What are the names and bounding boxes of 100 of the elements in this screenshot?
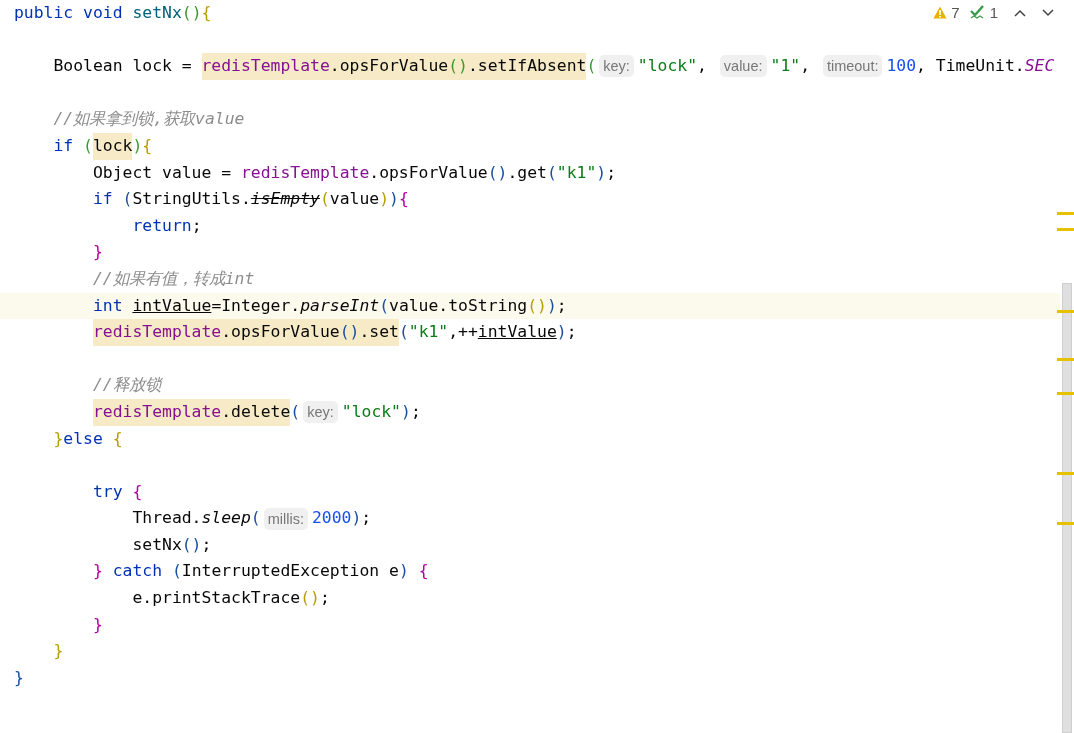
code-text: ( <box>319 188 330 211</box>
code-comment: //如果拿到锁,获取value <box>53 108 245 131</box>
code-text: () <box>300 587 320 610</box>
code-text: () <box>527 294 547 317</box>
warning-icon[interactable] <box>933 6 948 19</box>
code-text: if <box>53 134 75 157</box>
code-text: } <box>53 640 64 663</box>
code-text: , <box>800 55 811 78</box>
error-stripe-mark[interactable] <box>1057 310 1074 313</box>
code-text: ) <box>596 161 607 184</box>
code-text: public void <box>14 2 124 24</box>
code-text: ) <box>556 321 567 344</box>
parameter-hint: millis: <box>263 507 308 530</box>
code-text: } <box>92 613 103 636</box>
code-text: () <box>181 533 202 556</box>
code-text: =Integer. <box>211 294 301 317</box>
code-text: ; <box>361 507 372 530</box>
code-text: isEmpty <box>250 188 320 211</box>
code-text: ,++ <box>448 321 478 344</box>
code-text: intValue <box>132 294 212 317</box>
code-text: "1" <box>770 55 801 78</box>
code-text: ( <box>290 400 301 423</box>
code-text: redisTemplate <box>240 161 370 184</box>
code-text: ( <box>586 55 597 78</box>
code-text: try <box>92 480 124 503</box>
highlighted-code: .opsForValue <box>221 319 340 346</box>
code-text: ) <box>389 188 399 211</box>
highlighted-code: () <box>448 53 468 80</box>
code-text: SEC <box>1024 55 1055 78</box>
parameter-hint: timeout: <box>822 55 883 78</box>
code-text: () <box>487 161 508 184</box>
parameter-hint: value: <box>719 55 767 78</box>
code-text: parseInt <box>300 294 380 317</box>
highlighted-code: redisTemplate <box>92 319 222 346</box>
code-text: value.toString <box>389 294 528 317</box>
code-text: ( <box>83 134 93 157</box>
code-text: Thread. <box>132 507 202 530</box>
code-text: { <box>398 188 409 211</box>
error-stripe-mark[interactable] <box>1057 392 1074 395</box>
code-text: ( <box>379 294 389 317</box>
error-stripe-mark[interactable] <box>1057 212 1074 215</box>
code-comment: //释放锁 <box>92 374 161 397</box>
code-text: else <box>63 427 104 450</box>
code-text: setNx <box>132 533 182 556</box>
code-text: .get <box>507 161 547 184</box>
code-text: "lock" <box>341 400 401 423</box>
code-text: return <box>132 214 192 237</box>
code-text: "k1" <box>556 161 597 184</box>
code-text: ; <box>566 321 577 344</box>
code-text: ) <box>401 400 411 423</box>
error-stripe-mark[interactable] <box>1057 472 1074 475</box>
check-icon[interactable] <box>969 5 986 20</box>
code-text: , <box>697 55 708 78</box>
weak-warning-count: 1 <box>989 4 998 21</box>
code-text: Object value = <box>92 161 233 184</box>
code-text: sleep <box>201 507 251 530</box>
highlighted-code: () <box>339 319 360 346</box>
code-text: { <box>112 427 123 450</box>
code-text: e.printStackTrace <box>132 587 301 610</box>
highlighted-code: redisTemplate <box>92 398 222 426</box>
code-text: catch <box>112 560 164 583</box>
code-text: int <box>92 294 124 317</box>
code-text: } <box>92 241 103 264</box>
chevron-up-icon[interactable] <box>1014 8 1026 17</box>
code-text: 2000 <box>311 507 352 530</box>
highlighted-code: .set <box>359 319 399 346</box>
highlighted-code: lock <box>92 132 133 160</box>
code-text: { <box>417 560 429 583</box>
parameter-hint: key: <box>303 401 338 424</box>
code-text: ; <box>191 214 202 237</box>
code-text: ; <box>410 400 421 423</box>
code-text: ( <box>171 560 182 583</box>
code-text: ; <box>606 161 617 184</box>
warning-count: 7 <box>951 4 960 21</box>
code-text: } <box>92 560 104 583</box>
code-text: ( <box>122 188 133 211</box>
error-stripe-mark[interactable] <box>1057 228 1074 231</box>
code-text: } <box>14 666 24 689</box>
code-text: Boolean lock = <box>53 55 193 78</box>
code-text: ) <box>546 294 557 317</box>
chevron-down-icon[interactable] <box>1042 8 1054 17</box>
code-text: , TimeUnit. <box>916 55 1025 78</box>
code-text: ; <box>201 533 212 556</box>
scrollbar-thumb[interactable] <box>1062 283 1072 733</box>
code-text: ; <box>319 587 330 610</box>
code-text: setNx <box>132 2 182 24</box>
code-text: () <box>181 2 202 24</box>
code-text: "lock" <box>637 55 698 78</box>
code-text: { <box>201 2 212 24</box>
code-text: .opsForValue <box>369 161 488 184</box>
code-text: } <box>53 427 64 450</box>
code-text: InterruptedException e <box>181 560 399 583</box>
error-stripe-mark[interactable] <box>1057 522 1074 525</box>
code-text: { <box>132 480 143 503</box>
code-text: ) <box>132 134 143 157</box>
code-text: value <box>329 188 380 211</box>
code-text: intValue <box>477 321 557 344</box>
highlighted-code: .delete <box>221 398 291 426</box>
code-text: ( <box>398 321 409 344</box>
error-stripe-mark[interactable] <box>1057 358 1074 361</box>
